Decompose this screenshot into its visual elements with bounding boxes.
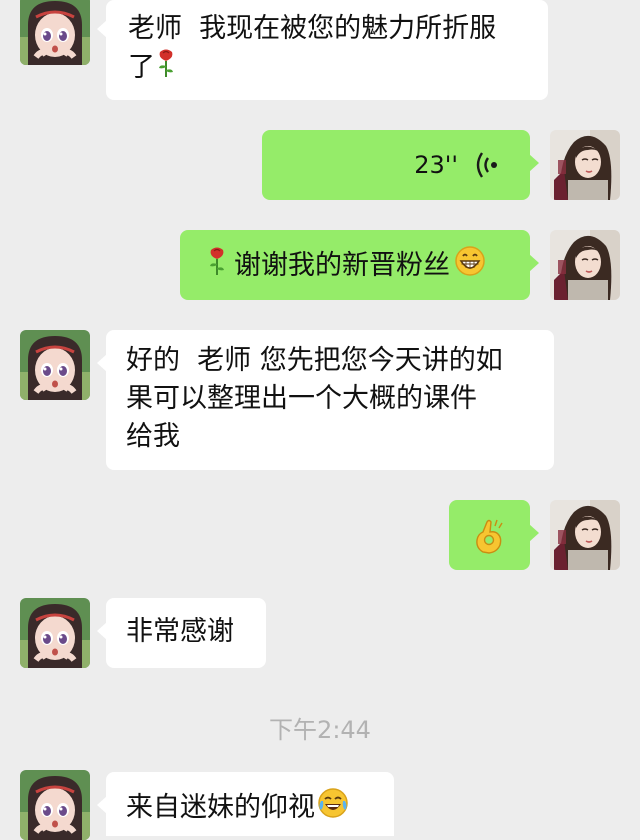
tears-of-joy-emoji <box>317 787 349 830</box>
self-avatar[interactable] <box>550 130 620 200</box>
message-text: 来自迷妹的仰视 <box>126 792 315 823</box>
message-bubble-incoming[interactable]: 非常感谢 <box>97 598 266 668</box>
message-bubble-outgoing[interactable]: 谢谢我的新晋粉丝 <box>180 230 539 300</box>
message-text-line: 老师 我现在被您的魅力所折服 <box>128 13 497 44</box>
emoji-message-bubble[interactable] <box>449 500 539 570</box>
voice-message-bubble[interactable]: 23'' <box>262 130 539 200</box>
message-text-line-with-emoji: 来自迷妹的仰视 <box>126 787 384 830</box>
ok-hand-emoji <box>473 518 505 565</box>
self-avatar[interactable] <box>550 500 620 570</box>
message-bubble-incoming[interactable]: 来自迷妹的仰视 <box>97 772 394 836</box>
message-text-line: 了 <box>128 52 155 83</box>
voice-wave-icon <box>476 150 500 191</box>
contact-avatar[interactable] <box>20 598 90 668</box>
message-text-line-with-emoji: 谢谢我的新晋粉丝 <box>206 245 516 288</box>
message-text-line: 给我 <box>126 421 180 452</box>
self-avatar[interactable] <box>550 230 620 300</box>
contact-avatar[interactable] <box>20 770 90 840</box>
message-text-line: 果可以整理出一个大概的课件 <box>126 383 477 414</box>
contact-avatar[interactable] <box>20 330 90 400</box>
contact-avatar[interactable] <box>20 0 90 65</box>
message-text-line: 好的 老师 您先把您今天讲的如 <box>126 345 503 376</box>
rose-icon <box>155 48 177 89</box>
message-bubble-incoming[interactable]: 好的 老师 您先把您今天讲的如 果可以整理出一个大概的课件 给我 <box>97 330 554 470</box>
grinning-emoji <box>454 245 486 288</box>
message-bubble-incoming[interactable]: 老师 我现在被您的魅力所折服 了 <box>97 0 548 100</box>
message-text-line-with-emoji: 了 <box>128 48 534 89</box>
timestamp: 下午2:44 <box>269 716 371 744</box>
voice-duration: 23'' <box>414 151 458 179</box>
rose-icon <box>206 246 228 287</box>
message-text: 非常感谢 <box>126 616 234 647</box>
message-text: 谢谢我的新晋粉丝 <box>234 250 450 281</box>
